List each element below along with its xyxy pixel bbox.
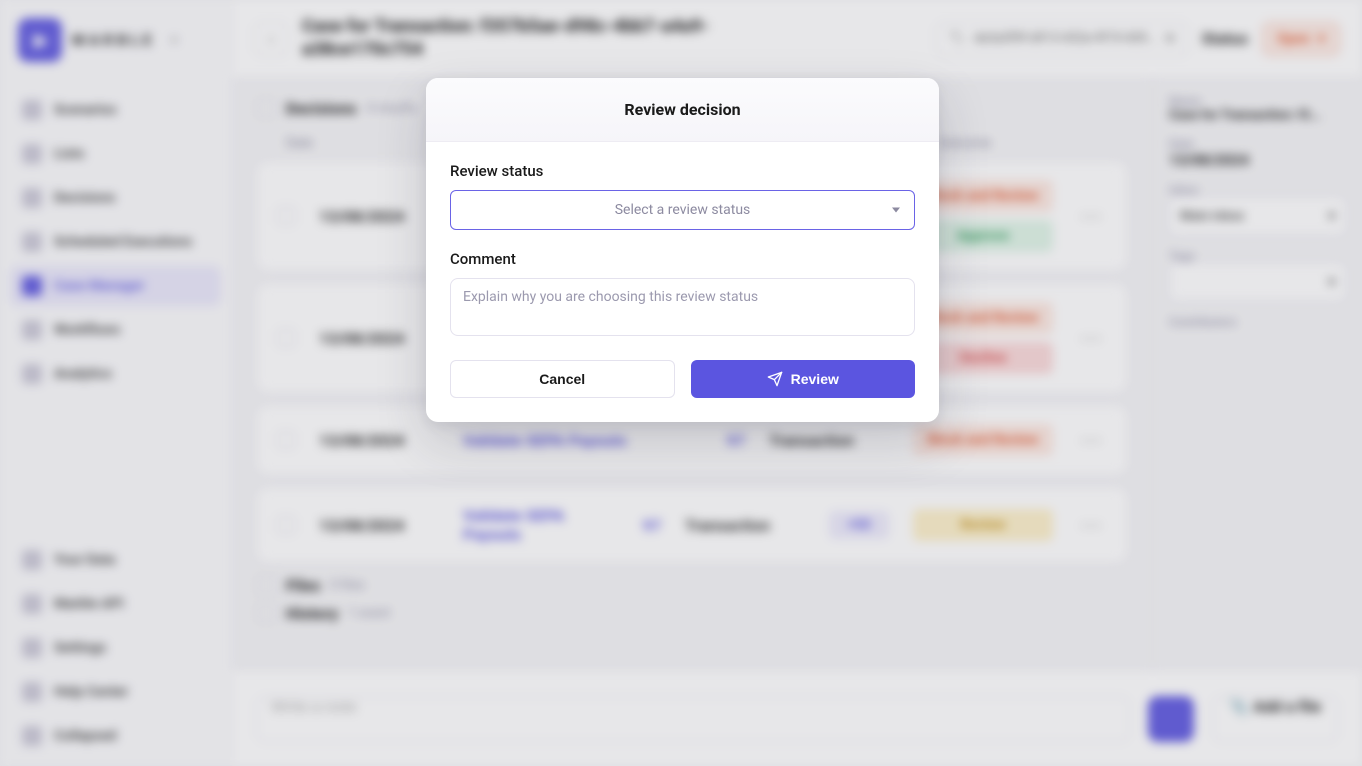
cancel-label: Cancel — [539, 371, 585, 387]
review-status-placeholder: Select a review status — [615, 202, 751, 218]
review-status-select[interactable]: Select a review status — [450, 190, 915, 230]
comment-label: Comment — [450, 250, 915, 268]
review-label: Review — [791, 371, 839, 387]
chevron-down-icon — [892, 208, 900, 213]
review-button[interactable]: Review — [691, 360, 916, 398]
cancel-button[interactable]: Cancel — [450, 360, 675, 398]
send-icon — [767, 371, 783, 387]
review-decision-modal: Review decision Review status Select a r… — [426, 78, 939, 422]
modal-title: Review decision — [426, 78, 939, 142]
comment-input[interactable] — [450, 278, 915, 336]
review-status-label: Review status — [450, 162, 915, 180]
